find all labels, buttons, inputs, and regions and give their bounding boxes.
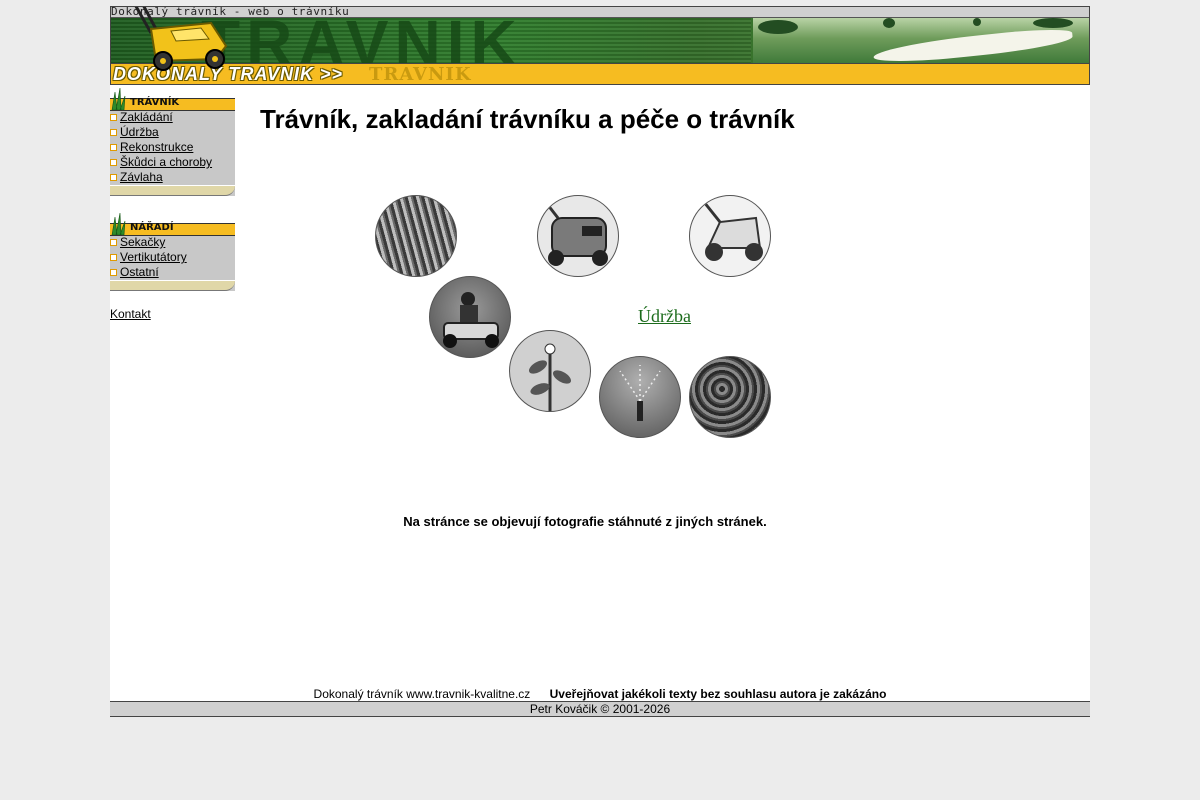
scarifier-photo[interactable]	[689, 195, 771, 277]
bullet-icon	[110, 269, 117, 276]
sidebar-item-label[interactable]: Škůdci a choroby	[120, 155, 212, 169]
grass-icon	[111, 88, 126, 110]
riding-mower-icon	[443, 292, 499, 348]
photo-notice: Na stránce se objevují fotografie stáhnu…	[403, 514, 767, 529]
sidebar-item-label[interactable]: Zakládání	[120, 110, 173, 124]
moss-photo[interactable]	[689, 356, 771, 438]
sidebar-box-header: NÁŘADÍ	[110, 213, 235, 236]
footer-warning: Uveřejňovat jakékoli texty bez souhlasu …	[549, 687, 887, 701]
footer-copyright-bar: Petr Kováčik © 2001-2026	[110, 701, 1090, 717]
bullet-icon	[110, 174, 117, 181]
sidebar-box-naradi: NÁŘADÍ Sekačky Vertikutátory Ostatní	[110, 213, 235, 291]
header-banner: TRAVNIK	[111, 7, 1089, 79]
sidebar-item-vertikutatory[interactable]: Vertikutátory	[110, 250, 235, 265]
sidebar: TRÁVNÍK Zakládání Údržba Rekonstrukce Šk…	[110, 88, 235, 321]
sidebar-item-label[interactable]: Závlaha	[120, 170, 163, 184]
sprinkler-icon	[619, 365, 661, 421]
footer-copyright: Petr Kováčik © 2001-2026	[529, 702, 671, 716]
sidebar-item-zakladani[interactable]: Zakládání	[110, 110, 235, 125]
logo-ghost-text: TRAVNIK	[369, 64, 472, 85]
sidebar-item-rekonstrukce[interactable]: Rekonstrukce	[110, 140, 235, 155]
footer-site: Dokonalý trávník www.travnik-kvalitne.cz	[313, 687, 531, 701]
plant-icon	[528, 343, 572, 411]
sprinkler-photo[interactable]	[599, 356, 681, 438]
sidebar-box-footer	[110, 280, 235, 291]
sidebar-item-skudci[interactable]: Škůdci a choroby	[110, 155, 235, 170]
lawn-mower-logo-icon	[134, 7, 228, 71]
grass-icon	[111, 213, 126, 235]
sidebar-item-label[interactable]: Rekonstrukce	[120, 140, 193, 154]
lawn-mower-photo[interactable]	[537, 195, 619, 277]
footer-info: Dokonalý trávník www.travnik-kvalitne.cz…	[110, 687, 1090, 701]
sidebar-item-label[interactable]: Sekačky	[120, 235, 165, 249]
riding-mower-photo[interactable]	[429, 276, 511, 358]
sidebar-box-footer	[110, 185, 235, 196]
bullet-icon	[110, 254, 117, 261]
bullet-icon	[110, 159, 117, 166]
sidebar-box-title: TRÁVNÍK	[130, 97, 180, 108]
bullet-icon	[110, 144, 117, 151]
header-logo-bar: DOKONALY TRAVNIK >> TRAVNIK	[111, 63, 1089, 85]
sidebar-item-label[interactable]: Vertikutátory	[120, 250, 187, 264]
golf-course-image	[753, 18, 1089, 67]
grass-photo[interactable]	[375, 195, 457, 277]
sidebar-item-label[interactable]: Údržba	[120, 125, 159, 139]
site-header: Dokonalý trávník - web o trávníku TRAVNI…	[110, 6, 1090, 85]
bullet-icon	[110, 129, 117, 136]
sidebar-box-header: TRÁVNÍK	[110, 88, 235, 111]
kontakt-link[interactable]: Kontakt	[110, 307, 151, 321]
sidebar-item-sekacky[interactable]: Sekačky	[110, 235, 235, 250]
weed-plant-photo[interactable]	[509, 330, 591, 412]
udrzba-link[interactable]: Údržba	[638, 306, 691, 327]
sidebar-box-title: NÁŘADÍ	[130, 222, 174, 233]
sidebar-item-zavlaha[interactable]: Závlaha	[110, 170, 235, 185]
scarifier-icon	[702, 201, 763, 261]
sidebar-box-travnik: TRÁVNÍK Zakládání Údržba Rekonstrukce Šk…	[110, 88, 235, 196]
bullet-icon	[110, 239, 117, 246]
sidebar-item-udrzba[interactable]: Údržba	[110, 125, 235, 140]
lawn-mower-icon	[542, 199, 608, 266]
page: Dokonalý trávník - web o trávníku TRAVNI…	[110, 6, 1090, 717]
bullet-icon	[110, 114, 117, 121]
sidebar-item-label[interactable]: Ostatní	[120, 265, 159, 279]
page-title: Trávník, zakladání trávníku a péče o trá…	[260, 104, 795, 134]
sidebar-item-ostatni[interactable]: Ostatní	[110, 265, 235, 280]
